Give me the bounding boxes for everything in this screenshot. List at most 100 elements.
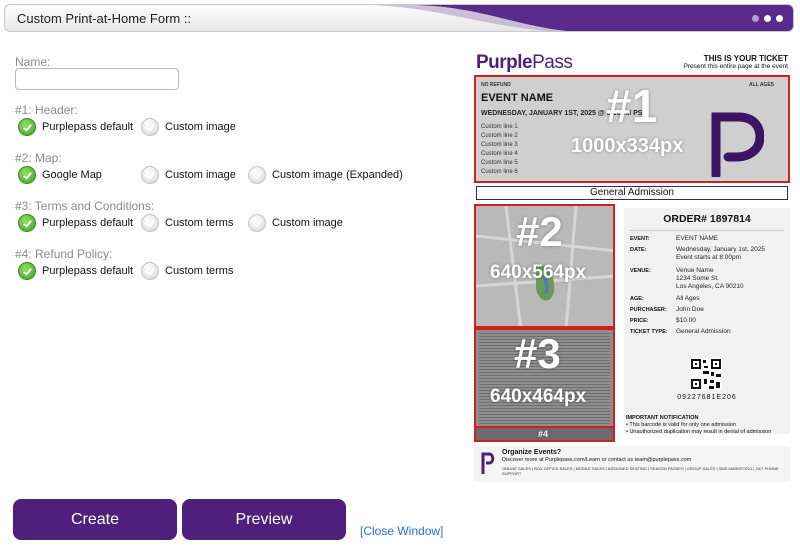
option-label: Purplepass default [42, 265, 134, 277]
notification-line: • Unauthorized duplication may result in… [626, 429, 772, 435]
order-key: VENUE: [630, 268, 651, 274]
order-divider [630, 230, 784, 231]
checked-icon [18, 262, 36, 280]
purple-swoosh-decoration [373, 5, 793, 31]
barcode-number: 09227681E206 [677, 394, 737, 401]
custom-line: Custom line 5 [481, 160, 518, 166]
no-refund-text: NO REFUND [481, 82, 511, 88]
checked-icon [18, 166, 36, 184]
your-ticket-notice: THIS IS YOUR TICKET Present this entire … [684, 54, 788, 70]
logo-text-pass: Pass [532, 52, 573, 73]
organize-discover: Discover more at Purplepass.com/Learn or… [502, 457, 692, 463]
refund-policy-area: #4 [474, 426, 615, 442]
order-number: ORDER# 1897814 [663, 213, 751, 225]
window-dots [752, 15, 783, 22]
organize-services: ONLINE SALES | BOX OFFICE SALES | MOBILE… [502, 466, 779, 476]
option-label: Custom terms [165, 217, 234, 229]
create-button[interactable]: Create [13, 499, 177, 540]
name-label: Name: [15, 55, 51, 69]
header-overlay-size: 1000x334px [571, 135, 684, 157]
general-admission-bar: General Admission [476, 186, 788, 200]
custom-line: Custom line 2 [481, 133, 518, 139]
order-value: General Admission [676, 328, 731, 335]
option-label: Google Map [42, 169, 102, 181]
organize-title: Organize Events? [502, 449, 562, 456]
option-label: Custom image [165, 121, 236, 133]
terms-overlay-size: 640x464px [490, 386, 587, 407]
map-image-area: #2 640x564px [474, 204, 615, 328]
all-ages-text: ALL AGES [748, 82, 774, 88]
option-label: Custom image (Expanded) [272, 169, 403, 181]
notification-line: • This barcode is valid for only one adm… [626, 422, 737, 428]
purplepass-logo: PurplePass [476, 52, 573, 74]
order-value: EVENT NAME [676, 235, 719, 242]
map-option-google-map[interactable]: Google Map [18, 166, 102, 184]
order-value: Venue Name 1234 Some St. Los Angeles, CA… [676, 267, 744, 290]
custom-line: Custom line 3 [481, 142, 518, 148]
option-label: Custom image [165, 169, 236, 181]
order-value: Wednesday, January 1st, 2025 Event start… [676, 246, 766, 261]
purplepass-p-mark-icon [711, 112, 764, 177]
refund-option-purplepass-default[interactable]: Purplepass default [18, 262, 133, 280]
order-key: PURCHASER: [630, 307, 667, 313]
checked-icon [18, 214, 36, 232]
order-key: AGE: [630, 296, 644, 302]
refund-option-custom-terms[interactable]: Custom terms [141, 262, 233, 280]
unchecked-icon [141, 166, 159, 184]
ticket-preview: PurplePass THIS IS YOUR TICKET Present t… [474, 50, 794, 482]
order-key: EVENT: [630, 236, 650, 242]
unchecked-icon [248, 166, 266, 184]
unchecked-icon [141, 262, 159, 280]
map-option-custom-image[interactable]: Custom image [141, 166, 236, 184]
custom-line: Custom line 1 [481, 124, 518, 130]
option-label: Purplepass default [42, 217, 134, 229]
refund-overlay-number: #4 [538, 429, 549, 439]
order-details-panel: ORDER# 1897814 EVENT: EVENT NAME DATE: W… [624, 208, 790, 434]
map-section-label: #2: Map: [15, 151, 62, 165]
unchecked-icon [141, 214, 159, 232]
header-option-custom-image[interactable]: Custom image [141, 118, 236, 136]
option-label: Custom terms [165, 265, 234, 277]
map-overlay-size: 640x564px [490, 262, 587, 283]
order-key: TICKET TYPE: [630, 329, 668, 335]
checked-icon [18, 118, 36, 136]
organize-events-footer: Organize Events? Discover more at Purple… [474, 446, 790, 482]
window-dot[interactable] [764, 15, 771, 22]
terms-option-purplepass-default[interactable]: Purplepass default [18, 214, 133, 232]
important-notification: IMPORTANT NOTIFICATION • This barcode is… [626, 415, 771, 436]
window-dot[interactable] [752, 15, 759, 22]
order-value: $10.00 [676, 317, 696, 324]
header-option-purplepass-default[interactable]: Purplepass default [18, 118, 133, 136]
window-dot[interactable] [776, 15, 783, 22]
close-window-link[interactable]: [Close Window] [360, 524, 443, 538]
option-label: Custom image [272, 217, 343, 229]
refund-section-label: #4: Refund Policy: [15, 247, 113, 261]
terms-section-label: #3: Terms and Conditions: [15, 199, 155, 213]
map-overlay-number: #2 [516, 208, 563, 255]
purplepass-p-mark-icon [481, 452, 495, 474]
window-title: Custom Print-at-Home Form :: [17, 11, 192, 26]
terms-image-area: #3 640x464px [474, 328, 615, 442]
order-key: DATE: [630, 247, 647, 253]
terms-option-custom-image[interactable]: Custom image [248, 214, 343, 232]
logo-text-purple: Purple [476, 52, 533, 73]
custom-line: Custom line 4 [481, 151, 518, 157]
your-ticket-title: THIS IS YOUR TICKET [703, 54, 788, 63]
header-event-name: EVENT NAME [481, 92, 554, 104]
preview-button[interactable]: Preview [182, 499, 346, 540]
header-image-area: NO REFUND ALL AGES EVENT NAME WEDNESDAY,… [474, 75, 790, 183]
unchecked-icon [248, 214, 266, 232]
terms-overlay-number: #3 [514, 330, 561, 377]
header-section-label: #1: Header: [15, 103, 78, 117]
qr-code-icon [690, 358, 722, 390]
order-key: PRICE: [630, 318, 649, 324]
map-option-custom-image-expanded[interactable]: Custom image (Expanded) [248, 166, 403, 184]
your-ticket-subtitle: Present this entire page at the event [683, 63, 788, 70]
window-titlebar: Custom Print-at-Home Form :: [4, 4, 794, 32]
name-input[interactable] [15, 68, 179, 90]
header-overlay-number: #1 [606, 80, 658, 132]
option-label: Purplepass default [42, 121, 134, 133]
custom-line: Custom line 6 [481, 169, 518, 175]
unchecked-icon [141, 118, 159, 136]
terms-option-custom-terms[interactable]: Custom terms [141, 214, 233, 232]
